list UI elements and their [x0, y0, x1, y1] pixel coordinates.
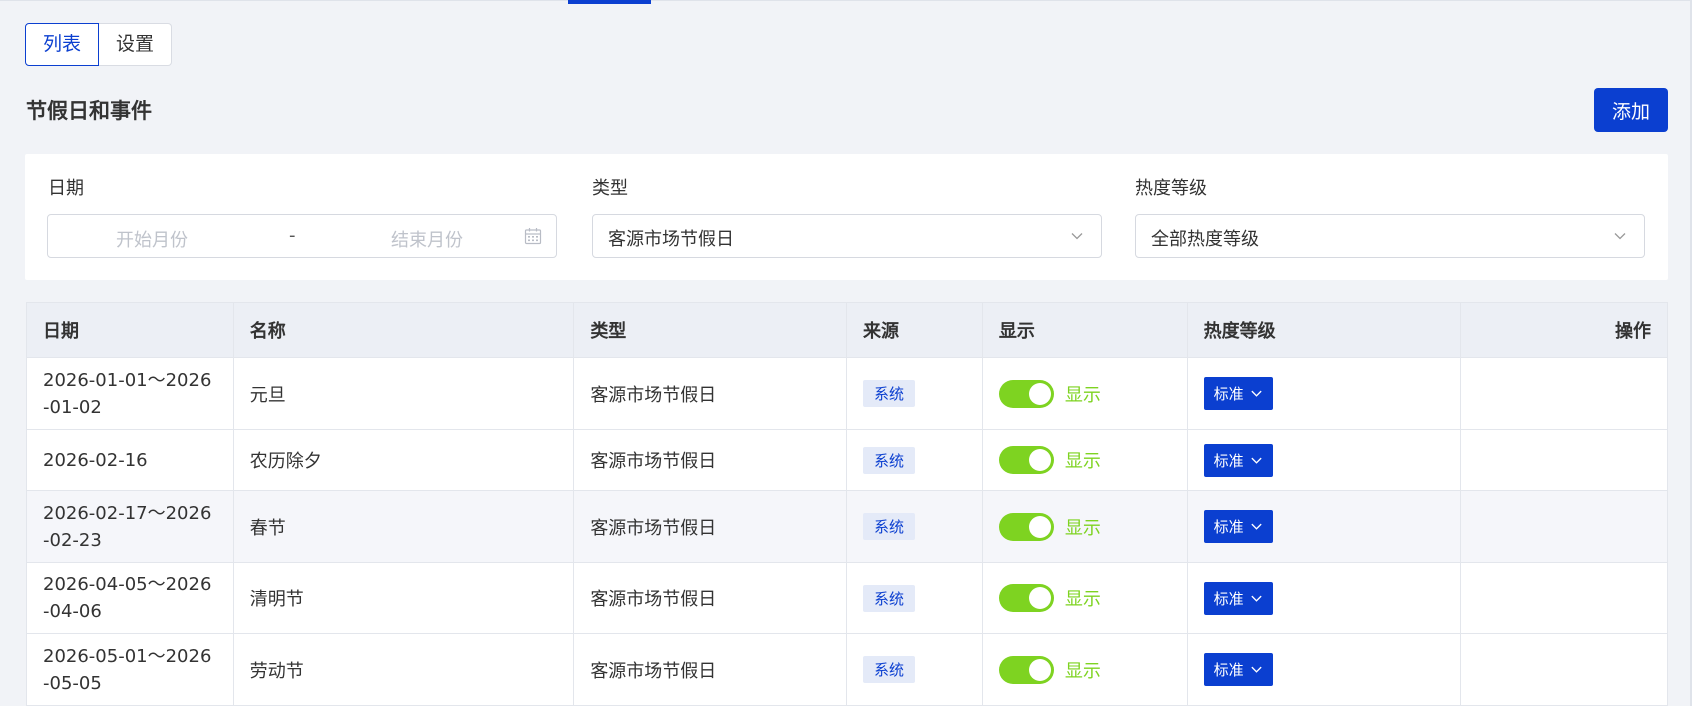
heat-level-label: 标准 [1213, 661, 1244, 679]
events-table: 日期 名称 类型 来源 显示 热度等级 操作 2026-01-01～2026-0… [26, 302, 1668, 706]
display-status: 显示 [1064, 451, 1101, 472]
column-header-display[interactable]: 显示 [983, 303, 1188, 357]
date-range-picker[interactable]: 开始月份 - 结束月份 [47, 214, 557, 258]
row-actions [1461, 430, 1667, 490]
row-name: 劳动节 [234, 634, 575, 705]
display-toggle[interactable] [998, 512, 1054, 541]
chevron-down-icon [1250, 666, 1262, 673]
source-badge: 系统 [862, 513, 915, 540]
column-header-name[interactable]: 名称 [234, 303, 575, 357]
chevron-down-icon [1250, 390, 1262, 397]
display-toggle[interactable] [998, 584, 1054, 612]
add-button[interactable]: 添加 [1594, 88, 1668, 132]
display-status: 显示 [1064, 589, 1101, 610]
type-select-value: 客源市场节假日 [608, 229, 734, 250]
heat-level-label: 标准 [1213, 589, 1244, 608]
calendar-icon [524, 228, 542, 245]
display-status: 显示 [1064, 384, 1101, 406]
row-type: 客源市场节假日 [574, 563, 847, 633]
heat-level-dropdown[interactable]: 标准 [1203, 581, 1273, 615]
page-title: 节假日和事件 [26, 99, 152, 123]
source-badge: 系统 [862, 584, 915, 612]
table-row: 2026-02-16 农历除夕 客源市场节假日 系统 显示 标准 [27, 430, 1667, 491]
chevron-down-icon [1250, 523, 1262, 530]
column-header-source[interactable]: 来源 [847, 303, 983, 357]
date-filter-label: 日期 [48, 178, 84, 199]
display-status: 显示 [1064, 517, 1101, 539]
row-date: 2026-02-17～2026-02-23 [43, 502, 212, 551]
table-row: 2026-01-01～2026-01-02 元旦 客源市场节假日 系统 显示 标… [27, 358, 1667, 430]
heat-filter-label: 热度等级 [1135, 178, 1207, 199]
column-header-actions[interactable]: 操作 [1461, 303, 1667, 357]
table-row: 2026-05-01～2026-05-05 劳动节 客源市场节假日 系统 显示 … [27, 634, 1667, 705]
display-toggle[interactable] [998, 446, 1054, 474]
filter-panel: 日期 开始月份 - 结束月份 类型 客源市场节假日 热度等级 全部热度等级 [25, 154, 1668, 280]
chevron-down-icon [1250, 595, 1262, 602]
chevron-down-icon [1614, 233, 1626, 240]
row-actions [1461, 563, 1667, 633]
heat-level-dropdown[interactable]: 标准 [1203, 653, 1273, 686]
display-status: 显示 [1064, 660, 1101, 682]
tab-list[interactable]: 列表 [25, 23, 100, 66]
row-name: 农历除夕 [234, 430, 575, 490]
row-date: 2026-05-01～2026-05-05 [43, 645, 212, 694]
row-type: 客源市场节假日 [574, 634, 847, 705]
table-row: 2026-02-17～2026-02-23 春节 客源市场节假日 系统 显示 标… [27, 491, 1667, 563]
row-actions [1461, 634, 1667, 705]
heat-level-dropdown[interactable]: 标准 [1203, 377, 1273, 410]
chevron-down-icon [1250, 457, 1262, 464]
tab-settings[interactable]: 设置 [99, 23, 173, 66]
column-header-date[interactable]: 日期 [27, 303, 234, 357]
heat-select-value: 全部热度等级 [1151, 229, 1259, 250]
chevron-down-icon [1071, 233, 1083, 240]
row-actions [1461, 491, 1667, 562]
range-separator: - [289, 225, 296, 246]
column-header-type[interactable]: 类型 [574, 303, 847, 357]
table-row: 2026-04-05～2026-04-06 清明节 客源市场节假日 系统 显示 … [27, 563, 1667, 634]
row-type: 客源市场节假日 [574, 491, 847, 562]
row-name: 清明节 [234, 563, 575, 633]
heat-level-dropdown[interactable]: 标准 [1203, 443, 1273, 477]
table-header: 日期 名称 类型 来源 显示 热度等级 操作 [27, 303, 1667, 358]
type-select[interactable]: 客源市场节假日 [592, 214, 1102, 258]
heat-level-label: 标准 [1213, 385, 1244, 403]
heat-level-dropdown[interactable]: 标准 [1203, 510, 1273, 543]
row-type: 客源市场节假日 [574, 430, 847, 490]
display-toggle[interactable] [998, 655, 1054, 684]
heat-level-label: 标准 [1213, 518, 1244, 536]
source-badge: 系统 [862, 656, 915, 683]
end-month-placeholder[interactable]: 结束月份 [391, 226, 463, 252]
source-badge: 系统 [862, 446, 915, 474]
column-header-heat[interactable]: 热度等级 [1188, 303, 1462, 357]
display-toggle[interactable] [998, 379, 1054, 408]
row-type: 客源市场节假日 [574, 358, 847, 429]
view-switch: 列表 设置 [25, 23, 173, 66]
type-filter-label: 类型 [592, 178, 628, 199]
heat-select[interactable]: 全部热度等级 [1135, 214, 1645, 258]
active-top-tab-indicator [568, 0, 651, 4]
top-divider [0, 0, 1692, 1]
row-date: 2026-02-16 [43, 449, 148, 471]
row-name: 元旦 [234, 358, 575, 429]
heat-level-label: 标准 [1213, 451, 1244, 470]
source-badge: 系统 [862, 380, 915, 407]
row-actions [1461, 358, 1667, 429]
row-name: 春节 [234, 491, 575, 562]
row-date: 2026-04-05～2026-04-06 [43, 574, 212, 622]
row-date: 2026-01-01～2026-01-02 [43, 369, 212, 418]
start-month-placeholder[interactable]: 开始月份 [116, 226, 188, 252]
